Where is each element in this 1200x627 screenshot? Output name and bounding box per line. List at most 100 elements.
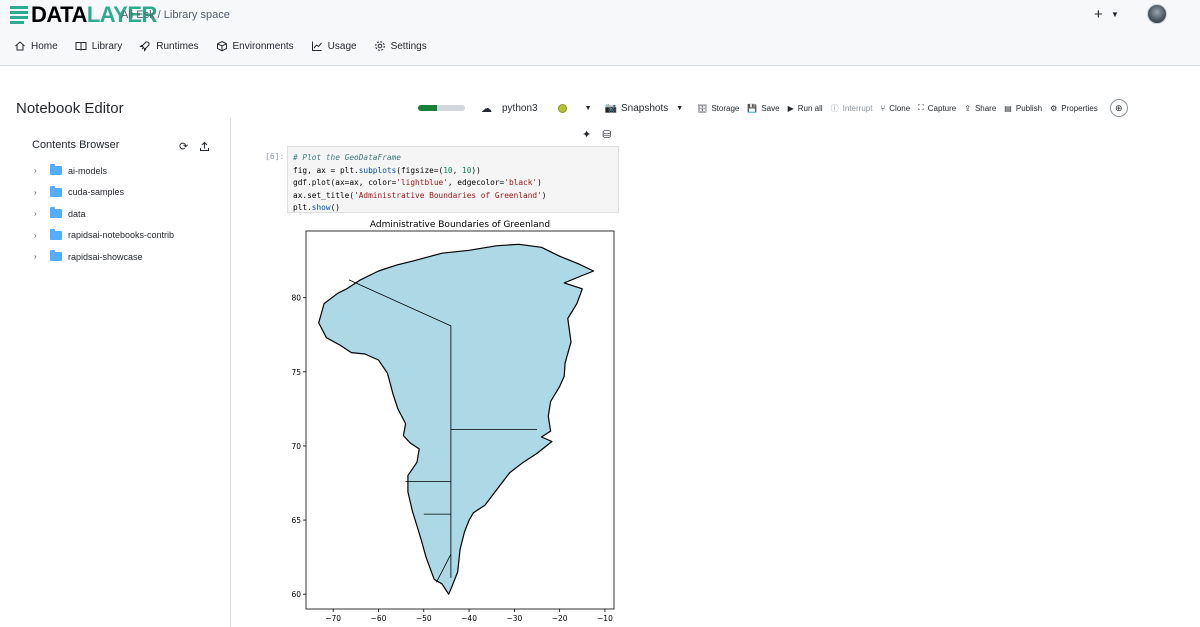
code-line-2: fig, ax = plt.subplots(figsize=(10, 10)) [293,165,481,175]
nav-home[interactable]: Home [14,40,58,52]
code-line-5: plt.show() [293,203,340,212]
x-tick-label: −30 [506,614,522,623]
x-tick-label: −70 [325,614,341,623]
plus-icon[interactable]: + [1094,6,1103,23]
nav-label: Runtimes [156,40,199,52]
chevron-right-icon[interactable]: › [34,252,46,261]
chevron-right-icon[interactable]: › [34,166,46,175]
database-icon[interactable]: ⛁ [602,128,611,141]
folder-label: cuda-samples [68,187,125,198]
properties-button[interactable]: ⚙ Properties [1050,104,1098,113]
fork-icon: ⑂ [880,103,886,113]
breadcrumb[interactable]: Ali Esk / Library space [121,9,230,21]
y-tick-label: 65 [291,516,301,525]
chevron-right-icon[interactable]: › [34,188,46,197]
nav-label: Environments [232,40,294,52]
cell-toolbar: ✦ ⛁ [582,128,611,141]
gear-icon [374,41,385,51]
properties-label: Properties [1061,103,1098,113]
progress-fill [418,105,437,111]
snapshots-label: Snapshots [620,102,669,114]
nav-usage[interactable]: Usage [311,40,357,52]
ai-sparkle-icon[interactable]: ✦ [582,128,591,141]
file-tree: › ai-models › cuda-samples › data › rapidsai… [34,160,174,268]
code-cell-editor[interactable]: # Plot the GeoDataFrame fig, ax = plt.su… [287,146,619,213]
storage-label: Storage [711,103,740,113]
folder-label: rapidsai-notebooks-contrib [68,230,175,241]
run-all-label: Run all [797,103,823,113]
save-button[interactable]: 💾 Save [747,104,779,113]
chart-title: Administrative Boundaries of Greenland [370,220,550,230]
camera-icon: 📷 [604,102,617,114]
crosshair-icon[interactable]: ⊕ [1109,99,1128,117]
nav-settings[interactable]: Settings [374,40,427,52]
contents-browser-title: Contents Browser [32,139,120,151]
folder-icon [50,164,62,176]
kernel-progress-bar [418,105,465,111]
folder-icon [50,207,62,219]
greenland-landmass [318,243,595,595]
clone-button[interactable]: ⑂ Clone [880,104,910,113]
folder-label: data [68,208,86,219]
rocket-icon [139,41,150,52]
nav-label: Library [91,40,123,52]
capture-label: Capture [927,103,957,113]
chevron-right-icon[interactable]: › [34,209,46,218]
chevron-down-icon[interactable]: ▼ [585,105,592,112]
chevron-down-icon[interactable]: ▼ [1111,10,1119,19]
clone-label: Clone [889,103,911,113]
kernel-name[interactable]: python3 [502,103,538,114]
y-tick-label: 70 [291,442,301,451]
publish-label: Publish [1015,103,1043,113]
nav-label: Settings [390,40,427,52]
nav-label: Home [31,40,58,52]
nav-runtimes[interactable]: Runtimes [139,40,199,52]
refresh-icon[interactable]: ⟳ [179,140,188,153]
interrupt-label: Interrupt [842,103,873,113]
cell-prompt: [6]: [265,152,285,161]
y-tick-label: 60 [291,590,301,599]
crop-icon: ⛶ [918,103,924,112]
interrupt-button[interactable]: ⓘ Interrupt [831,103,873,114]
x-tick-label: −10 [597,614,613,623]
folder-icon [50,228,62,240]
folder-item-cuda-samples[interactable]: › cuda-samples [34,182,174,204]
cell-output-map-plot: Administrative Boundaries of Greenland −… [291,220,615,623]
snapshots-button[interactable]: 📷 Snapshots ▼ [605,103,684,114]
nav-label: Usage [327,40,357,52]
chevron-down-icon: ▼ [676,104,684,112]
share-button[interactable]: ⇪ Share [964,104,996,113]
avatar[interactable] [1147,4,1167,24]
save-label: Save [761,103,780,113]
x-tick-label: −50 [416,614,432,623]
nav-library[interactable]: Library [75,40,123,52]
folder-item-rapidsai-notebooks-contrib[interactable]: › rapidsai-notebooks-contrib [34,225,174,247]
folder-item-data[interactable]: › data [34,203,174,225]
cube-icon [216,40,227,52]
book-icon [75,42,87,51]
storage-button[interactable]: 🗄 Storage [697,104,739,113]
publish-button[interactable]: ▤ Publish [1004,104,1042,113]
x-tick-label: −40 [461,614,477,623]
logo-mark-icon [10,6,28,24]
save-icon: 💾 [747,103,758,113]
share-label: Share [974,103,997,113]
home-icon [15,41,25,51]
run-all-button[interactable]: ▶ Run all [788,104,823,113]
gear-icon: ⚙ [1050,103,1058,113]
capture-button[interactable]: ⛶ Capture [918,103,956,113]
archive-icon: 🗄 [697,103,708,113]
y-tick-label: 75 [291,368,301,377]
x-tick-label: −60 [371,614,387,623]
folder-label: ai-models [68,165,108,176]
interrupt-icon: ⓘ [830,103,839,113]
chevron-right-icon[interactable]: › [34,231,46,240]
cloud-icon[interactable]: ☁ [481,102,492,115]
share-icon: ⇪ [964,103,971,113]
nav-environments[interactable]: Environments [216,40,294,52]
code-line-3: gdf.plot(ax=ax, color='lightblue', edgec… [293,178,542,187]
folder-item-rapidsai-showcase[interactable]: › rapidsai-showcase [34,246,174,268]
folder-item-ai-models[interactable]: › ai-models [34,160,174,182]
kernel-status-indicator [557,103,567,113]
upload-icon[interactable] [199,139,210,157]
